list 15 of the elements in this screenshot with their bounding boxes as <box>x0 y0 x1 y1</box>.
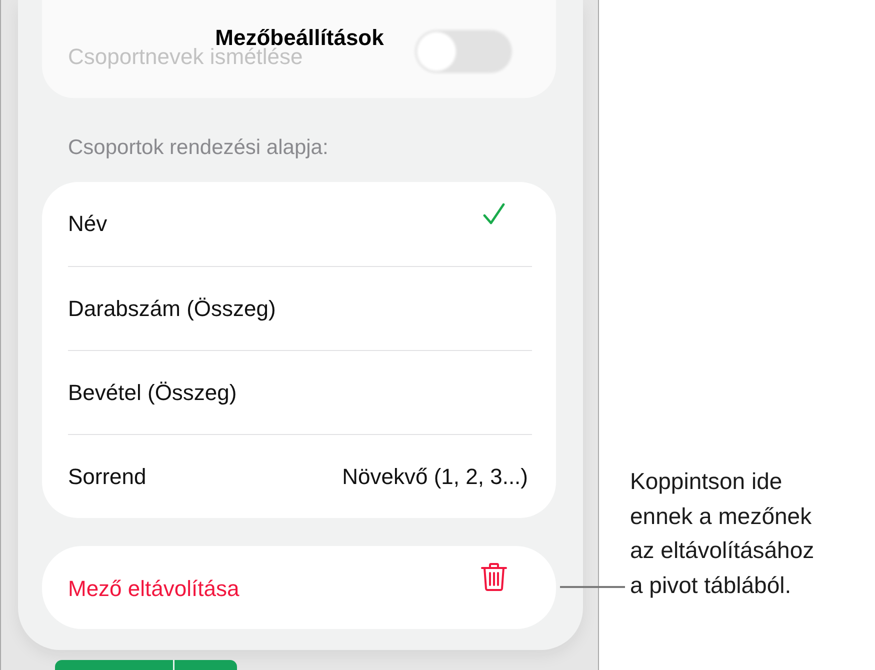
checkmark-icon <box>483 203 505 225</box>
option-row[interactable]: Név <box>68 182 532 266</box>
row-value: Növekvő (1, 2, 3...) <box>342 464 528 490</box>
callout-text: Koppintson ide ennek a mezőnek az eltávolításához a pivot táblából. <box>630 467 816 600</box>
sort-order-row[interactable]: Sorrend Növekvő (1, 2, 3...) <box>68 434 532 518</box>
option-row[interactable]: Darabszám (Összeg) <box>68 266 532 350</box>
row-label: Sorrend <box>68 464 146 490</box>
setting-label: Csoportnevek ismétlése <box>68 44 303 70</box>
option-row[interactable]: Bevétel (Összeg) <box>68 350 532 434</box>
section-header: Csoportok rendezési alapja: <box>68 136 328 160</box>
remove-field-button[interactable]: Mező eltávolítása <box>42 546 556 629</box>
leader-line <box>560 586 625 588</box>
toggle-switch[interactable] <box>415 30 512 72</box>
segmented-button[interactable] <box>55 660 237 670</box>
trash-icon <box>481 563 507 591</box>
